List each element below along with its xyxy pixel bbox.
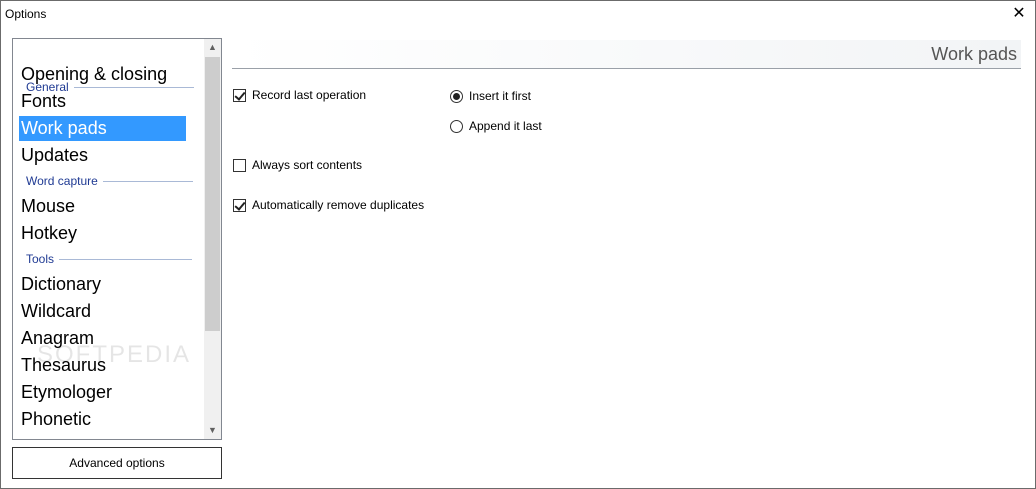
checkbox-unchecked-icon (233, 158, 246, 172)
nav-item-mouse[interactable]: Mouse (19, 194, 186, 219)
nav-item-hotkey[interactable]: Hotkey (19, 221, 186, 246)
nav-item-fonts[interactable]: Fonts (19, 89, 186, 114)
section-label: Tools (26, 252, 55, 266)
section-header-word-capture: Word capture (26, 174, 193, 188)
panel-header: Work pads (232, 40, 1021, 69)
panel-title: Work pads (931, 44, 1017, 64)
scroll-down-icon[interactable]: ▼ (204, 422, 221, 439)
nav-item-opening-closing[interactable]: Opening & closing (19, 62, 186, 87)
checkbox-label: Always sort contents (252, 158, 363, 172)
checkbox-label: Record last operation (252, 88, 367, 102)
nav-item-dictionary[interactable]: Dictionary (19, 272, 186, 297)
vertical-scrollbar[interactable]: ▲ ▼ (204, 39, 221, 439)
nav-item-updates[interactable]: Updates (19, 143, 186, 168)
section-divider (59, 258, 193, 260)
advanced-options-button[interactable]: Advanced options (12, 447, 222, 479)
nav-item-etymologer[interactable]: Etymologer (19, 380, 186, 405)
nav-item-phonetic[interactable]: Phonetic (19, 407, 186, 432)
options-window: Options ✕ General Opening & closing Font… (0, 0, 1036, 489)
window-title: Options (5, 7, 47, 21)
insert-first-radio[interactable]: Insert it first (450, 89, 531, 103)
radio-label: Insert it first (469, 89, 532, 103)
title-bar: Options ✕ (1, 1, 1035, 27)
record-last-operation-checkbox[interactable]: Record last operation (233, 88, 366, 102)
radio-selected-icon (450, 89, 463, 103)
section-label: Word capture (26, 174, 98, 188)
scroll-up-icon[interactable]: ▲ (204, 39, 221, 56)
radio-label: Append it last (469, 119, 542, 133)
options-category-list: General Opening & closing Fonts Work pad… (12, 38, 222, 440)
always-sort-checkbox[interactable]: Always sort contents (233, 158, 362, 172)
checkbox-checked-icon (233, 198, 246, 212)
remove-duplicates-checkbox[interactable]: Automatically remove duplicates (233, 198, 424, 212)
nav-item-thesaurus[interactable]: Thesaurus (19, 353, 186, 378)
section-header-tools: Tools (26, 252, 193, 266)
nav-item-wildcard[interactable]: Wildcard (19, 299, 186, 324)
checkbox-checked-icon (233, 88, 246, 102)
nav-item-anagram[interactable]: Anagram (19, 326, 186, 351)
scroll-thumb[interactable] (205, 57, 220, 331)
category-list-content: General Opening & closing Fonts Work pad… (13, 39, 203, 439)
nav-item-work-pads[interactable]: Work pads (19, 116, 186, 141)
checkbox-label: Automatically remove duplicates (252, 198, 425, 212)
section-divider (102, 180, 193, 182)
append-last-radio[interactable]: Append it last (450, 119, 542, 133)
close-icon[interactable]: ✕ (1009, 4, 1029, 24)
radio-unselected-icon (450, 119, 463, 133)
